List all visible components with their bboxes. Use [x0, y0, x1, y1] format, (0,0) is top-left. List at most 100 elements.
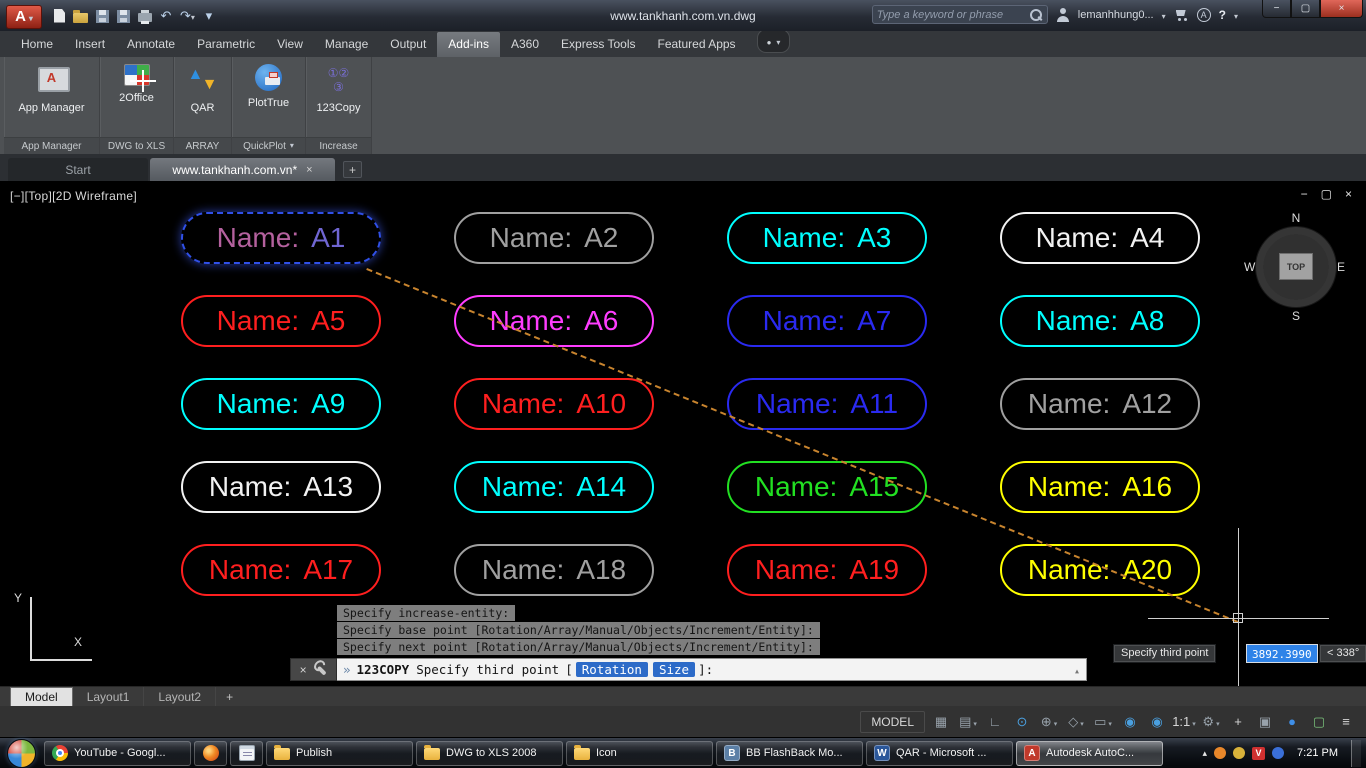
ribbon-button-2office[interactable]: 2Office — [100, 57, 173, 137]
search-icon[interactable] — [1029, 8, 1043, 22]
ribbon-button-123copy[interactable]: ①②③123Copy — [306, 57, 371, 137]
command-customize-icon[interactable] — [313, 661, 330, 678]
tray-blue-app-icon[interactable] — [1272, 747, 1284, 759]
open-file-icon[interactable] — [73, 13, 88, 23]
autoscale-icon[interactable]: ◉ — [1145, 711, 1169, 733]
stamp-a16[interactable]: Name:A16 — [1000, 461, 1200, 513]
panel-footer-app-manager[interactable]: App Manager — [4, 137, 99, 154]
stamp-a8[interactable]: Name:A8 — [1000, 295, 1200, 347]
taskbar-button-dwg-to-xls-2008[interactable]: DWG to XLS 2008 — [416, 741, 563, 766]
close-button[interactable]: × — [1320, 0, 1363, 18]
tray-expand-icon[interactable]: ▴ — [1203, 748, 1208, 759]
ribbon-tab-parametric[interactable]: Parametric — [186, 32, 266, 57]
workspace-gear-icon[interactable]: ⚙ — [1199, 711, 1223, 733]
command-input[interactable]: 123COPY Specify third point [ RotationSi… — [337, 658, 1087, 681]
store-cart-icon[interactable] — [1174, 8, 1189, 21]
user-menu-caret-icon[interactable] — [1162, 7, 1166, 23]
command-close-icon[interactable] — [300, 661, 307, 679]
help-button[interactable]: ? — [1219, 8, 1226, 22]
annotation-scale-button[interactable]: 1:1 — [1172, 711, 1196, 733]
undo-icon[interactable]: ↶ — [160, 8, 172, 23]
taskbar-button-firefox[interactable] — [194, 741, 227, 766]
selection-cycling-icon[interactable]: ▭ — [1091, 711, 1115, 733]
ribbon-button-plottrue[interactable]: PlotTrue — [232, 57, 305, 137]
taskbar-button-icon[interactable]: Icon — [566, 741, 713, 766]
maximize-button[interactable]: ▢ — [1291, 0, 1320, 18]
minimize-button[interactable]: − — [1262, 0, 1291, 18]
tray-yellow-app-icon[interactable] — [1233, 747, 1245, 759]
stamp-a17[interactable]: Name:A17 — [181, 544, 381, 596]
stamp-a7[interactable]: Name:A7 — [727, 295, 927, 347]
ribbon-tab-output[interactable]: Output — [379, 32, 437, 57]
clean-screen-icon[interactable]: ▢ — [1307, 711, 1331, 733]
recent-commands-icon[interactable] — [343, 662, 357, 677]
stamp-a18[interactable]: Name:A18 — [454, 544, 654, 596]
tray-red-app-icon[interactable]: V — [1252, 747, 1265, 760]
snap-mode-icon[interactable]: ▤ — [956, 711, 980, 733]
panel-footer-dwg-to-xls[interactable]: DWG to XLS — [100, 137, 173, 154]
file-tab-www-tankhanh-com-vn[interactable]: www.tankhanh.com.vn*× — [150, 158, 335, 181]
tray-orange-app-icon[interactable] — [1214, 747, 1226, 759]
isodraft-icon[interactable]: ◇ — [1064, 711, 1088, 733]
polar-tracking-icon[interactable]: ⊙ — [1010, 711, 1034, 733]
signed-in-user[interactable]: lemanhhung0... — [1078, 9, 1154, 21]
new-drawing-tab-button[interactable]: + — [343, 161, 362, 178]
ribbon-tab-insert[interactable]: Insert — [64, 32, 116, 57]
taskbar-button-publish[interactable]: Publish — [266, 741, 413, 766]
start-button[interactable] — [7, 739, 36, 768]
ribbon-tab-home[interactable]: Home — [10, 32, 64, 57]
connect-dropdown[interactable] — [757, 29, 791, 53]
ribbon-tab-add-ins[interactable]: Add-ins — [437, 32, 500, 57]
stamp-a11[interactable]: Name:A11 — [727, 378, 927, 430]
plot-icon[interactable] — [138, 13, 152, 22]
show-desktop-button[interactable] — [1351, 740, 1361, 767]
object-snap-icon[interactable]: ⊕ — [1037, 711, 1061, 733]
panel-footer-increase[interactable]: Increase — [306, 137, 371, 154]
file-tab-close-icon[interactable]: × — [306, 164, 312, 176]
status-menu-icon[interactable]: ≡ — [1334, 711, 1358, 733]
qat-customize-icon[interactable]: ▾ — [203, 8, 215, 23]
annotation-visibility-icon[interactable]: ◉ — [1118, 711, 1142, 733]
ribbon-tab-featured-apps[interactable]: Featured Apps — [647, 32, 747, 57]
stamp-a19[interactable]: Name:A19 — [727, 544, 927, 596]
ribbon-tab-a360[interactable]: A360 — [500, 32, 550, 57]
ortho-icon[interactable]: ∟ — [983, 711, 1007, 733]
layout-tab-layout1[interactable]: Layout1 — [73, 687, 145, 706]
layout-tab-layout2[interactable]: Layout2 — [144, 687, 216, 706]
taskbar-button-bb-flashback-mo[interactable]: BBB FlashBack Mo... — [716, 741, 863, 766]
new-layout-button[interactable]: + — [216, 687, 243, 706]
taskbar-button-notepad[interactable] — [230, 741, 263, 766]
move-pan-icon[interactable]: + — [1226, 711, 1250, 733]
ribbon-tab-annotate[interactable]: Annotate — [116, 32, 186, 57]
stamp-a14[interactable]: Name:A14 — [454, 461, 654, 513]
taskbar-button-youtube-googl[interactable]: YouTube - Googl... — [44, 741, 191, 766]
isolate-objects-icon[interactable]: ▣ — [1253, 711, 1277, 733]
panel-footer-array[interactable]: ARRAY — [174, 137, 231, 154]
panel-footer-quickplot[interactable]: QuickPlot — [232, 137, 305, 154]
autocomplete-caret-icon[interactable] — [1074, 662, 1080, 677]
stamp-a3[interactable]: Name:A3 — [727, 212, 927, 264]
stamp-a4[interactable]: Name:A4 — [1000, 212, 1200, 264]
model-space-button[interactable]: MODEL — [860, 711, 925, 733]
help-caret-icon[interactable] — [1234, 7, 1238, 23]
dynamic-input-value[interactable]: 3892.3990 — [1246, 644, 1318, 663]
hardware-accel-icon[interactable]: ● — [1280, 711, 1304, 733]
taskbar-button-qar-microsoft[interactable]: WQAR - Microsoft ... — [866, 741, 1013, 766]
taskbar-button-autodesk-autoc[interactable]: AAutodesk AutoC... — [1016, 741, 1163, 766]
command-option-rotation[interactable]: Rotation — [576, 662, 648, 677]
stamp-a6[interactable]: Name:A6 — [454, 295, 654, 347]
file-tab-start[interactable]: Start — [8, 158, 148, 181]
stamp-a13[interactable]: Name:A13 — [181, 461, 381, 513]
stamp-a12[interactable]: Name:A12 — [1000, 378, 1200, 430]
save-icon[interactable] — [96, 10, 109, 23]
stamp-a15[interactable]: Name:A15 — [727, 461, 927, 513]
ribbon-tab-manage[interactable]: Manage — [314, 32, 379, 57]
ribbon-button-qar[interactable]: QAR — [174, 57, 231, 137]
ribbon-tab-view[interactable]: View — [266, 32, 314, 57]
save-as-icon[interactable] — [117, 10, 130, 23]
app-menu-button[interactable]: A — [6, 5, 42, 29]
stamp-a20[interactable]: Name:A20 — [1000, 544, 1200, 596]
command-option-size[interactable]: Size — [653, 662, 695, 677]
layout-tab-model[interactable]: Model — [10, 687, 73, 706]
stamp-a5[interactable]: Name:A5 — [181, 295, 381, 347]
